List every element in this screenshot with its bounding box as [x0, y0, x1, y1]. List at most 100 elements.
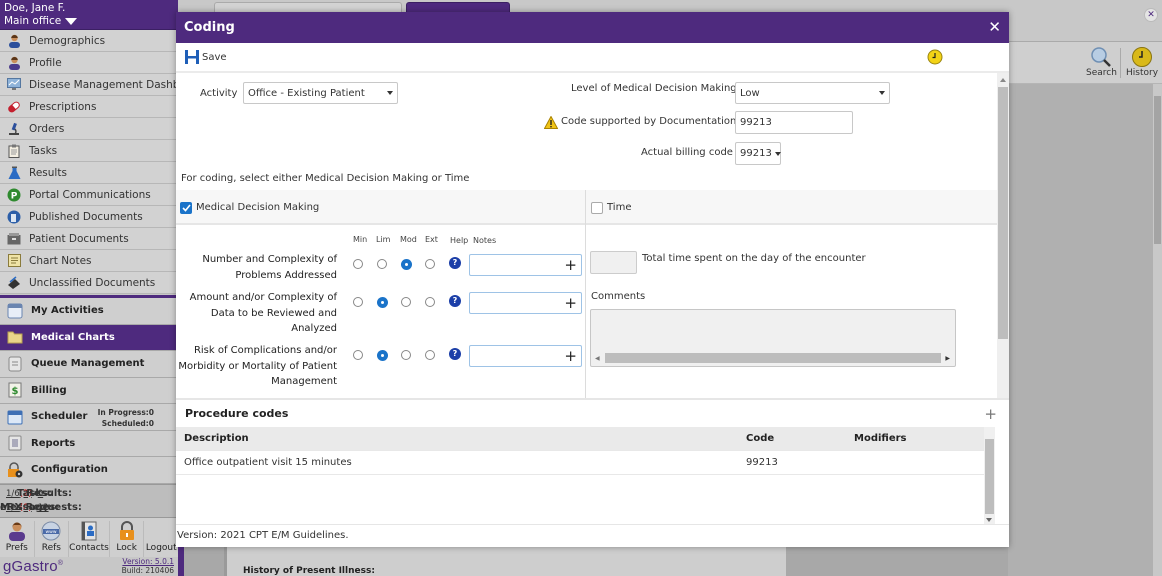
problems-notes-field[interactable]: +	[469, 254, 582, 276]
help-icon[interactable]: ?	[449, 257, 461, 269]
lock-gear-icon	[8, 462, 23, 478]
note-icon	[7, 254, 21, 268]
add-procedure-icon[interactable]: +	[984, 405, 997, 423]
background-scrollbar[interactable]	[1153, 84, 1162, 576]
svg-text:$: $	[12, 386, 19, 397]
chevron-down-icon	[879, 91, 885, 95]
save-icon	[185, 50, 199, 64]
svg-text:www: www	[46, 530, 57, 535]
module-my-activities[interactable]: My Activities	[0, 298, 178, 325]
module-configuration[interactable]: Configuration	[0, 457, 178, 484]
module-scheduler[interactable]: Scheduler In Progress:0 Scheduled:0	[0, 404, 178, 431]
risk-notes-field[interactable]: +	[469, 345, 582, 367]
search-button[interactable]: Search	[1086, 46, 1117, 78]
col-modifiers[interactable]: Modifiers	[854, 433, 984, 444]
procedure-table-scrollbar[interactable]	[984, 427, 995, 524]
logout-button[interactable]: Logout	[144, 521, 178, 557]
mdm-level-label: Level of Medical Decision Making	[571, 83, 737, 94]
results-label: Results:	[26, 488, 72, 499]
risk-radio-lim[interactable]	[377, 350, 388, 361]
version-link[interactable]: Version: 5.0.1	[122, 557, 174, 566]
office-selector[interactable]: Main office	[4, 15, 174, 28]
risk-radio-min[interactable]	[353, 350, 363, 360]
lock-button[interactable]: Lock	[110, 520, 145, 557]
problems-radio-lim[interactable]	[377, 259, 387, 269]
mdm-checkbox[interactable]	[180, 202, 192, 214]
module-reports[interactable]: Reports	[0, 430, 178, 457]
history-button[interactable]: History	[1126, 46, 1158, 78]
problems-radio-min[interactable]	[353, 259, 363, 269]
module-billing[interactable]: $ Billing	[0, 377, 178, 404]
coding-dialog: Coding ✕ Save Activity Office - Existing…	[176, 12, 1009, 547]
nav-item-published-documents[interactable]: Published Documents	[0, 206, 178, 228]
procedure-table: Description Code Modifiers Office outpat…	[176, 427, 984, 475]
module-queue-management[interactable]: Queue Management	[0, 351, 178, 378]
published-doc-icon	[7, 210, 21, 224]
col-code[interactable]: Code	[746, 433, 854, 444]
total-time-input[interactable]	[590, 251, 637, 274]
nav-item-unclassified-documents[interactable]: Unclassified Documents	[0, 272, 178, 294]
col-mod: Mod	[400, 235, 417, 244]
table-row[interactable]: Office outpatient visit 15 minutes 99213	[176, 451, 984, 475]
mdm-level-select[interactable]: Low	[735, 82, 890, 104]
comments-hscrollbar[interactable]	[605, 353, 941, 363]
build-number: Build: 210406	[121, 565, 174, 575]
data-radio-min[interactable]	[353, 297, 363, 307]
nav-item-profile[interactable]: Profile	[0, 52, 178, 74]
nav-item-results[interactable]: Results	[0, 162, 178, 184]
scroll-left-icon[interactable]: ◀	[595, 355, 600, 362]
col-description[interactable]: Description	[176, 433, 746, 444]
contacts-button[interactable]: Contacts	[69, 520, 110, 557]
time-checkbox[interactable]	[591, 202, 603, 214]
refs-button[interactable]: www Refs	[35, 520, 70, 557]
data-radio-lim[interactable]	[377, 297, 388, 308]
www-globe-icon: www	[41, 521, 61, 540]
chevron-down-icon	[774, 151, 781, 156]
total-time-label: Total time spent on the day of the encou…	[642, 253, 866, 264]
procedure-table-header: Description Code Modifiers	[176, 427, 984, 451]
patient-header[interactable]: Doe, Jane F. Main office	[0, 0, 178, 30]
nav-item-disease-management-dashboard[interactable]: Disease Management Dashboard	[0, 74, 178, 96]
actual-billing-code-select[interactable]: 99213	[735, 142, 781, 165]
add-note-icon[interactable]: +	[564, 347, 577, 365]
person-icon	[7, 34, 21, 48]
close-icon[interactable]: ✕	[988, 20, 1001, 35]
nav-item-portal-communications[interactable]: P Portal Communications	[0, 184, 178, 206]
dialog-footer: Version: 2021 CPT E/M Guidelines.	[176, 524, 1009, 547]
risk-radio-mod[interactable]	[401, 350, 411, 360]
close-chart-icon[interactable]: ✕	[1144, 8, 1158, 22]
in-progress-count: In Progress:0	[97, 408, 154, 417]
risk-radio-ext[interactable]	[425, 350, 435, 360]
problems-radio-ext[interactable]	[425, 259, 435, 269]
data-radio-mod[interactable]	[401, 297, 411, 307]
data-notes-field[interactable]: +	[469, 292, 582, 314]
clock-icon[interactable]	[927, 49, 943, 65]
nav-item-prescriptions[interactable]: Prescriptions	[0, 96, 178, 118]
code-supported-field[interactable]: 99213	[735, 111, 853, 134]
nav-item-orders[interactable]: Orders	[0, 118, 178, 140]
criterion-problems-label: Number and Complexity of Problems Addres…	[202, 254, 337, 281]
problems-radio-mod[interactable]	[401, 259, 412, 270]
code-supported-label: Code supported by Documentation	[561, 116, 737, 127]
data-radio-ext[interactable]	[425, 297, 435, 307]
save-button[interactable]: Save	[184, 49, 227, 65]
module-medical-charts[interactable]: Medical Charts	[0, 324, 178, 351]
help-icon[interactable]: ?	[449, 295, 461, 307]
nav-item-tasks[interactable]: Tasks	[0, 140, 178, 162]
dialog-scrollbar[interactable]	[997, 73, 1009, 398]
comments-textarea[interactable]: ◀ ▶	[590, 309, 956, 367]
help-icon[interactable]: ?	[449, 348, 461, 360]
prefs-button[interactable]: Prefs	[0, 520, 35, 557]
procedure-codes-title: Procedure codes	[185, 407, 289, 420]
add-note-icon[interactable]: +	[564, 256, 577, 274]
scroll-right-icon[interactable]: ▶	[945, 355, 950, 362]
nav-item-chart-notes[interactable]: Chart Notes	[0, 250, 178, 272]
nav-item-demographics[interactable]: Demographics	[0, 30, 178, 52]
dialog-titlebar: Coding ✕	[176, 12, 1009, 43]
microscope-icon	[7, 122, 21, 136]
add-note-icon[interactable]: +	[564, 294, 577, 312]
activity-select[interactable]: Office - Existing Patient	[243, 82, 398, 104]
erx-label: eRX Requests:	[0, 502, 82, 513]
dollar-doc-icon: $	[8, 382, 22, 398]
nav-item-patient-documents[interactable]: Patient Documents	[0, 228, 178, 250]
